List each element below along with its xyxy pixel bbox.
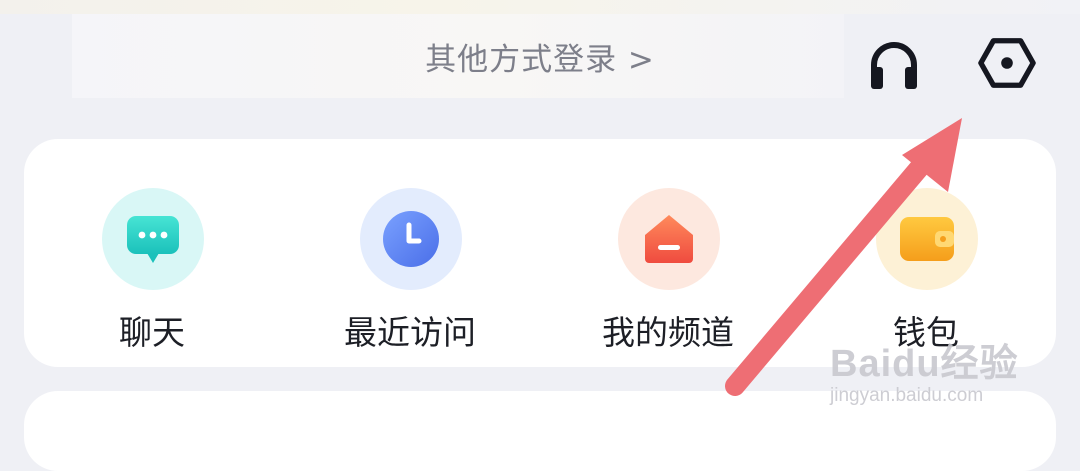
chat-icon-bg xyxy=(102,188,204,290)
watermark-url: jingyan.baidu.com xyxy=(830,385,984,406)
wallet-icon xyxy=(900,217,954,261)
channel-icon-bg xyxy=(618,188,720,290)
wallet-icon-bg xyxy=(876,188,978,290)
watermark: Baidu经验 jingyan.baidu.com xyxy=(830,332,1030,412)
settings-hexagon-icon xyxy=(978,38,1036,88)
shortcut-my-channel[interactable]: 我的频道 xyxy=(548,188,788,358)
watermark-brand: Baidu经验 xyxy=(830,343,1019,385)
shortcut-label: 聊天 xyxy=(119,313,185,352)
chat-bubble-icon xyxy=(127,216,179,263)
recent-icon-bg xyxy=(360,188,462,290)
clock-icon xyxy=(383,211,439,267)
shortcut-label: 我的频道 xyxy=(602,313,734,352)
shortcut-label: 最近访问 xyxy=(344,313,476,352)
top-banner-edge xyxy=(0,0,1080,14)
headphones-icon xyxy=(871,42,917,89)
shortcut-recent[interactable]: 最近访问 xyxy=(290,188,530,358)
shortcut-chat[interactable]: 聊天 xyxy=(32,188,272,358)
settings-button[interactable] xyxy=(977,33,1037,93)
support-button[interactable] xyxy=(864,35,924,95)
house-icon xyxy=(645,215,693,263)
